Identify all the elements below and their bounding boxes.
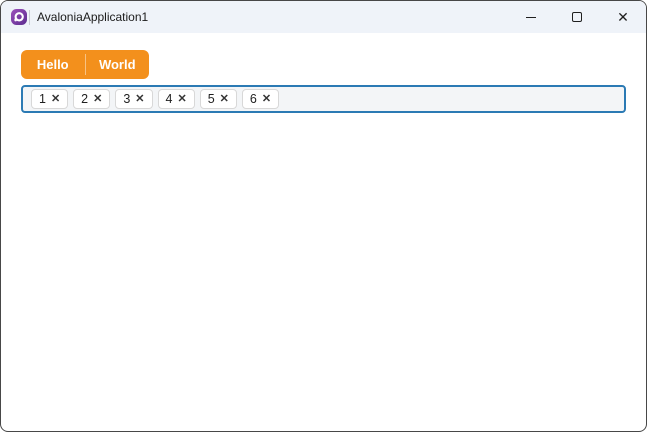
chip-3: 3 ✕ bbox=[115, 89, 153, 109]
content-area: Hello World 1 ✕ 2 ✕ 3 ✕ 4 ✕ 5 ✕ 6 ✕ bbox=[1, 33, 646, 113]
chip-label: 6 bbox=[249, 92, 257, 106]
titlebar: AvaloniaApplication1 ✕ bbox=[1, 1, 646, 33]
chip-6: 6 ✕ bbox=[241, 89, 280, 109]
window-title: AvaloniaApplication1 bbox=[37, 10, 149, 24]
chip-2: 2 ✕ bbox=[73, 89, 111, 109]
logo-divider bbox=[29, 9, 30, 25]
chip-remove-button[interactable]: ✕ bbox=[220, 93, 229, 105]
chip-label: 2 bbox=[81, 92, 89, 106]
close-icon: ✕ bbox=[617, 9, 629, 25]
chip-label: 3 bbox=[123, 92, 131, 106]
chip-label: 5 bbox=[207, 92, 215, 106]
maximize-button[interactable] bbox=[554, 1, 600, 33]
app-window: AvaloniaApplication1 ✕ Hello World 1 ✕ 2… bbox=[0, 0, 647, 432]
avalonia-logo-icon bbox=[11, 9, 27, 25]
tab-strip: Hello World bbox=[21, 50, 149, 79]
tab-hello[interactable]: Hello bbox=[21, 50, 85, 79]
chip-5: 5 ✕ bbox=[199, 89, 237, 109]
chip-remove-button[interactable]: ✕ bbox=[262, 93, 271, 105]
close-button[interactable]: ✕ bbox=[600, 1, 646, 33]
chip-remove-button[interactable]: ✕ bbox=[177, 93, 186, 105]
tab-world[interactable]: World bbox=[86, 50, 150, 79]
chip-4: 4 ✕ bbox=[157, 89, 195, 109]
minimize-button[interactable] bbox=[508, 1, 554, 33]
chip-label: 4 bbox=[165, 92, 173, 106]
maximize-icon bbox=[572, 12, 582, 22]
minimize-icon bbox=[526, 16, 536, 18]
chip-label: 1 bbox=[39, 92, 46, 106]
chip-remove-button[interactable]: ✕ bbox=[51, 93, 60, 105]
chip-remove-button[interactable]: ✕ bbox=[135, 93, 144, 105]
chip-1: 1 ✕ bbox=[31, 89, 69, 109]
chip-input[interactable]: 1 ✕ 2 ✕ 3 ✕ 4 ✕ 5 ✕ 6 ✕ bbox=[21, 85, 626, 113]
chip-remove-button[interactable]: ✕ bbox=[93, 93, 102, 105]
window-controls: ✕ bbox=[508, 1, 646, 33]
